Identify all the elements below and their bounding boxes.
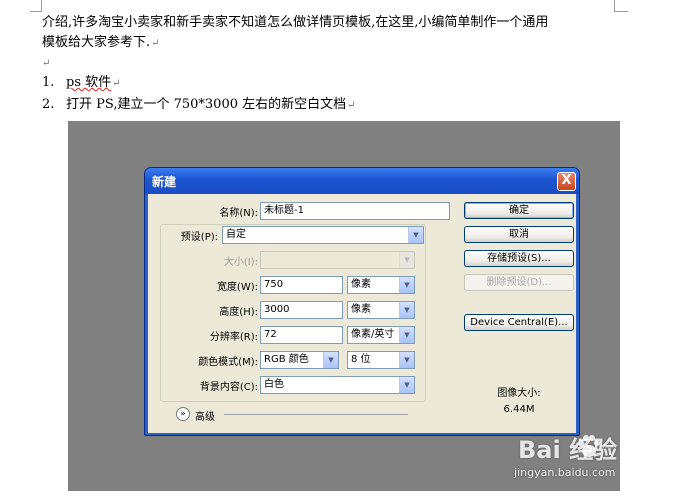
advanced-label: 高级 — [195, 412, 215, 423]
close-icon[interactable]: X — [557, 172, 576, 191]
chevron-down-icon: ▼ — [399, 327, 414, 343]
height-unit-select[interactable]: 像素 ▼ — [347, 301, 415, 319]
advanced-divider — [224, 414, 408, 415]
ok-button[interactable]: 确定 — [464, 202, 574, 219]
name-input[interactable]: 未标题-1 — [260, 202, 450, 220]
width-unit-select[interactable]: 像素 ▼ — [347, 276, 415, 294]
width-unit-value: 像素 — [351, 279, 371, 290]
page-corner-mark — [30, 11, 42, 12]
chevron-down-icon: ▼ — [408, 227, 423, 243]
background-label: 背景内容(C): — [199, 382, 258, 393]
save-preset-button[interactable]: 存储预设(S)... — [464, 250, 574, 267]
preset-select[interactable]: 自定 ▼ — [222, 226, 424, 244]
chevron-down-icon: ▼ — [323, 352, 338, 368]
name-label: 名称(N): — [219, 208, 258, 219]
paragraph-mark-icon: ↵ — [347, 100, 356, 111]
chevron-down-icon: ▼ — [399, 352, 414, 368]
chevron-down-icon: ▼ — [399, 377, 414, 393]
watermark-url: jingyan.baidu.com — [514, 466, 616, 479]
color-mode-select[interactable]: RGB 颜色 ▼ — [260, 351, 339, 369]
dialog-client-area: 名称(N): 未标题-1 预设(P): 自定 ▼ 大小(I): ▼ 宽度(W):… — [148, 194, 576, 433]
height-input[interactable]: 3000 — [260, 301, 343, 319]
list-text: ps 软件 — [66, 75, 112, 90]
list-number: 2. — [42, 97, 55, 112]
paragraph-mark-icon: ↵ — [151, 38, 160, 49]
resolution-unit-select[interactable]: 像素/英寸 ▼ — [347, 326, 415, 344]
width-label: 宽度(W): — [216, 282, 258, 293]
dialog-titlebar[interactable]: 新建 X — [145, 168, 579, 194]
color-mode-label: 颜色模式(M): — [198, 357, 258, 368]
intro-line-1: 介绍,许多淘宝小卖家和新手卖家不知道怎么做详情页模板,在这里,小编简单制作一个通… — [42, 15, 549, 30]
baidu-jingyan-watermark: Bai 经验 jingyan.baidu.com — [510, 430, 670, 490]
intro-line-2: 模板给大家参考下. — [42, 35, 151, 50]
new-document-dialog: 新建 X 名称(N): 未标题-1 预设(P): 自定 ▼ 大小(I): ▼ 宽… — [144, 167, 580, 436]
dialog-title: 新建 — [152, 175, 177, 189]
image-size-label: 图像大小: — [497, 388, 541, 399]
size-label: 大小(I): — [223, 257, 258, 268]
list-item: 1. ps 软件↵ — [42, 72, 612, 94]
resolution-unit-value: 像素/英寸 — [351, 329, 395, 340]
expand-advanced-icon[interactable]: » — [176, 407, 190, 421]
resolution-label: 分辨率(R): — [209, 332, 258, 343]
background-value: 白色 — [264, 379, 284, 390]
device-central-button[interactable]: Device Central(E)... — [464, 314, 574, 331]
list-text: 打开 PS,建立一个 750*3000 左右的新空白文档 — [66, 97, 347, 112]
empty-paragraph: ↵ — [42, 54, 612, 72]
bit-depth-value: 8 位 — [351, 354, 371, 365]
preset-label: 预设(P): — [180, 232, 218, 243]
document-body[interactable]: 介绍,许多淘宝小卖家和新手卖家不知道怎么做详情页模板,在这里,小编简单制作一个通… — [42, 13, 612, 116]
image-size-value: 6.44M — [503, 404, 535, 415]
list-item: 2. 打开 PS,建立一个 750*3000 左右的新空白文档↵ — [42, 94, 612, 116]
chevron-down-icon: ▼ — [399, 277, 414, 293]
preset-value: 自定 — [226, 229, 246, 240]
height-label: 高度(H): — [219, 307, 258, 318]
intro-paragraph: 介绍,许多淘宝小卖家和新手卖家不知道怎么做详情页模板,在这里,小编简单制作一个通… — [42, 13, 612, 33]
watermark-logo-text: Bai 经验 — [518, 436, 618, 464]
width-input[interactable]: 750 — [260, 276, 343, 294]
resolution-input[interactable]: 72 — [260, 326, 343, 344]
paragraph-mark-icon: ↵ — [112, 78, 121, 89]
intro-paragraph-line-2: 模板给大家参考下.↵ — [42, 33, 612, 54]
height-unit-value: 像素 — [351, 304, 371, 315]
background-select[interactable]: 白色 ▼ — [260, 376, 415, 394]
chevron-down-icon: ▼ — [399, 302, 414, 318]
page-corner-mark — [614, 11, 628, 12]
color-mode-value: RGB 颜色 — [264, 354, 309, 365]
bit-depth-select[interactable]: 8 位 ▼ — [347, 351, 415, 369]
delete-preset-button[interactable]: 删除预设(D)... — [464, 274, 574, 291]
paw-icon — [578, 435, 600, 457]
cancel-button[interactable]: 取消 — [464, 226, 574, 243]
paragraph-mark-icon: ↵ — [42, 58, 51, 69]
list-number: 1. — [42, 75, 55, 90]
chevron-down-icon: ▼ — [399, 252, 414, 268]
size-select[interactable]: ▼ — [260, 251, 415, 269]
